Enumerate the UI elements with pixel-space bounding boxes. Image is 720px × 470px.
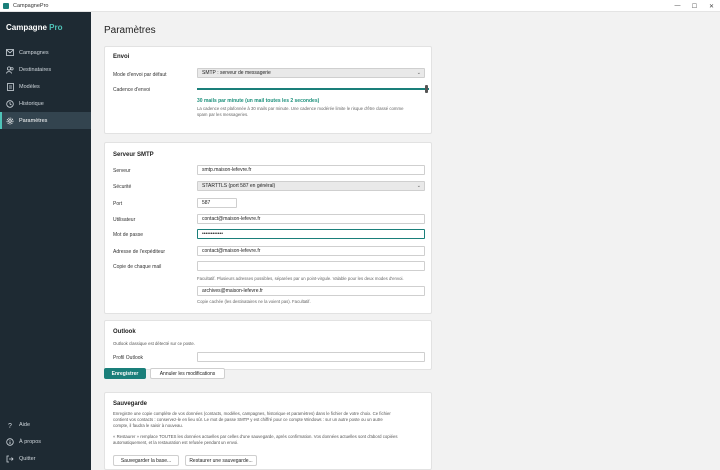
chevron-down-icon: ⌄ — [416, 183, 421, 189]
smtp-title: Serveur SMTP — [113, 152, 154, 158]
brand-accent: Pro — [49, 23, 63, 32]
outlook-profile-input[interactable] — [197, 352, 425, 362]
backup-restore-button[interactable]: Restaurer une sauvegarde... — [185, 455, 257, 466]
cadence-label: Cadence d'envoi — [113, 87, 151, 93]
outlook-card: Outlook Outlook classique est détecté su… — [104, 320, 432, 370]
mail-icon — [6, 49, 14, 57]
sidebar-item-parametres[interactable]: Paramètres — [0, 112, 91, 129]
bcc-hint: Copie cachée (les destinataires ne la vo… — [197, 299, 311, 304]
server-label: Serveur — [113, 168, 131, 174]
mode-value: SMTP : serveur de messagerie — [202, 70, 271, 76]
restore-description: « Restaurer » remplace TOUTES les donnée… — [113, 434, 398, 445]
sender-input[interactable]: contact@maison-lefevre.fr — [197, 246, 425, 256]
minimize-button[interactable]: — — [669, 0, 686, 12]
sidebar-item-campagnes[interactable]: Campagnes — [0, 44, 91, 61]
outlook-title: Outlook — [113, 329, 136, 335]
backup-title: Sauvegarde — [113, 401, 148, 407]
save-button[interactable]: Enregistrer — [104, 368, 146, 379]
brand-name: Campagne — [6, 23, 47, 32]
profile-label: Profil Outlook — [113, 355, 144, 361]
sidebar-item-historique[interactable]: Historique — [0, 95, 91, 112]
sidebar-item-label: Paramètres — [19, 117, 48, 124]
cadence-rate-text: 30 mails par minute (un mail toutes les … — [197, 98, 320, 104]
sidebar-item-label: À propos — [19, 439, 42, 445]
mode-label: Mode d'envoi par défaut — [113, 72, 167, 78]
cadence-hint: La cadence est plafonnée à 30 mails par … — [197, 106, 404, 117]
info-icon — [6, 438, 14, 446]
sidebar: Campagne Pro Campagnes Destinataires Mod… — [0, 12, 91, 470]
port-label: Port — [113, 201, 123, 207]
svg-text:?: ? — [8, 423, 12, 429]
outlook-note: Outlook classique est détecté sur ce pos… — [113, 341, 195, 346]
sidebar-item-label: Quitter — [19, 456, 36, 462]
port-input[interactable]: 587 — [197, 198, 237, 208]
sidebar-item-modeles[interactable]: Modèles — [0, 78, 91, 95]
exit-icon — [6, 455, 14, 463]
main-content: Paramètres Envoi Mode d'envoi par défaut… — [91, 12, 720, 470]
bcc-input[interactable]: archives@maison-lefevre.fr — [197, 286, 425, 296]
gear-icon — [6, 117, 14, 125]
password-input[interactable]: •••••••••••• — [197, 229, 425, 239]
sidebar-item-label: Modèles — [19, 83, 40, 90]
sidebar-item-aide[interactable]: ? Aide — [0, 418, 91, 432]
maximize-button[interactable]: ☐ — [686, 0, 703, 12]
sidebar-item-quitter[interactable]: Quitter — [0, 452, 91, 466]
cc-input[interactable] — [197, 261, 425, 271]
cadence-slider-thumb[interactable] — [425, 85, 429, 93]
cc-label: Copie de chaque mail — [113, 264, 162, 270]
server-input[interactable]: smtp.maison-lefevre.fr — [197, 165, 425, 175]
smtp-card: Serveur SMTP Serveur smtp.maison-lefevre… — [104, 142, 432, 314]
user-input[interactable]: contact@maison-lefevre.fr — [197, 214, 425, 224]
close-button[interactable]: ✕ — [703, 0, 720, 12]
security-select[interactable]: STARTTLS (port 587 en général) ⌄ — [197, 181, 425, 191]
window-title-bar: CampagnePro — ☐ ✕ — [0, 0, 720, 12]
sender-label: Adresse de l'expéditeur — [113, 249, 166, 255]
backup-save-button[interactable]: Sauvegarder la base... — [113, 455, 179, 466]
history-icon — [6, 99, 14, 108]
sidebar-item-label: Aide — [19, 422, 31, 428]
envoi-title: Envoi — [113, 54, 130, 60]
app-icon — [3, 2, 9, 9]
user-label: Utilisateur — [113, 217, 136, 223]
envoi-card: Envoi Mode d'envoi par défaut SMTP : ser… — [104, 46, 432, 134]
backup-card: Sauvegarde Enregistre une copie complète… — [104, 392, 432, 470]
cancel-button[interactable]: Annuler les modifications — [150, 368, 225, 379]
sidebar-item-label: Campagnes — [19, 49, 49, 56]
page-title: Paramètres — [104, 25, 156, 36]
sidebar-item-a-propos[interactable]: À propos — [0, 435, 91, 449]
users-icon — [6, 65, 14, 74]
mode-select[interactable]: SMTP : serveur de messagerie ⌄ — [197, 68, 425, 78]
window-title: CampagnePro — [13, 2, 49, 9]
brand-logo: Campagne Pro — [6, 23, 62, 32]
security-label: Sécurité — [113, 184, 132, 190]
sidebar-item-destinataires[interactable]: Destinataires — [0, 61, 91, 78]
chevron-down-icon: ⌄ — [416, 70, 421, 76]
cadence-slider-track[interactable] — [197, 88, 429, 90]
sidebar-item-label: Destinataires — [19, 66, 52, 73]
sidebar-item-label: Historique — [19, 100, 44, 107]
document-icon — [6, 82, 14, 91]
cc-hint: Facultatif. Plusieurs adresses possibles… — [197, 276, 404, 281]
password-label: Mot de passe — [113, 232, 144, 238]
help-icon: ? — [6, 421, 14, 429]
backup-description: Enregistre une copie complète de vos don… — [113, 411, 391, 428]
